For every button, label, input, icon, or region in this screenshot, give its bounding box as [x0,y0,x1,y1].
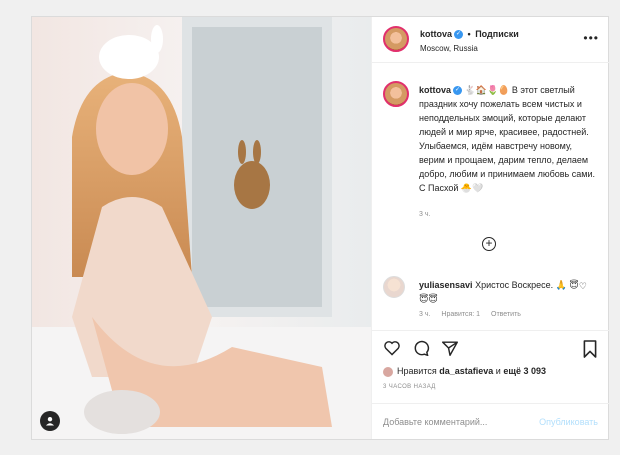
caption-username[interactable]: kottova [419,85,451,95]
author-line: kottova ✓ • Подписки [420,29,519,40]
user-tag-icon[interactable] [40,411,60,431]
post-caption: kottova ✓ 🐇🏠🌷🥚 В этот светлый праздник хо… [419,83,599,195]
caption-time[interactable]: 3 ч. [419,211,430,218]
add-comment-bar: Добавьте комментарий... Опубликовать [372,403,609,440]
likes-count[interactable]: ещё 3 093 [503,366,546,376]
heart-icon[interactable] [383,340,401,356]
separator-dot: • [467,29,471,39]
likes-prefix: Нравится [397,366,437,376]
share-icon[interactable] [441,340,459,356]
reply-button[interactable]: Ответить [491,311,521,318]
post-sidebar: kottova ✓ • Подписки Moscow, Russia ••• k… [371,17,609,439]
comment: yuliasensavi Христос Воскресе. 🙏 😇😇😇 [419,278,579,306]
comment-meta: 3 ч. Нравится: 1 Ответить [419,311,530,318]
bookmark-icon[interactable] [582,340,598,358]
author-avatar[interactable] [383,26,409,52]
post-location[interactable]: Moscow, Russia [420,44,478,53]
liker-avatar[interactable] [383,366,393,377]
post-header: kottova ✓ • Подписки Moscow, Russia ••• [372,17,609,63]
author-username[interactable]: kottova [420,29,452,39]
likes-line: Нравится da_astafieva и ещё 3 093 [383,366,546,377]
likes-and: и [495,366,501,376]
comment-input[interactable]: Добавьте комментарий... [383,417,487,427]
action-bar [372,330,609,371]
liker-username[interactable]: da_astafieva [439,366,493,376]
commenter-avatar[interactable] [383,276,405,298]
load-more-comments-icon[interactable]: + [482,237,496,251]
comment-username[interactable]: yuliasensavi [419,280,473,290]
following-button[interactable]: Подписки [475,29,519,39]
more-options-icon[interactable]: ••• [583,32,599,44]
post-timestamp[interactable]: 3 ЧАСОВ НАЗАД [383,384,436,390]
comment-likes[interactable]: Нравится: 1 [441,311,480,318]
comment-time[interactable]: 3 ч. [419,311,430,318]
verified-icon: ✓ [454,30,464,40]
comment-icon[interactable] [412,340,430,356]
comment-like-icon[interactable]: ♡ [579,281,587,292]
post-photo[interactable] [32,17,371,439]
caption-avatar[interactable] [383,81,409,107]
photo-image [32,17,371,439]
publish-button[interactable]: Опубликовать [539,417,598,427]
post-card: kottova ✓ • Подписки Moscow, Russia ••• k… [31,16,609,440]
verified-icon: ✓ [453,86,463,96]
caption-text: 🐇🏠🌷🥚 В этот светлый праздник хочу пожела… [419,85,595,193]
